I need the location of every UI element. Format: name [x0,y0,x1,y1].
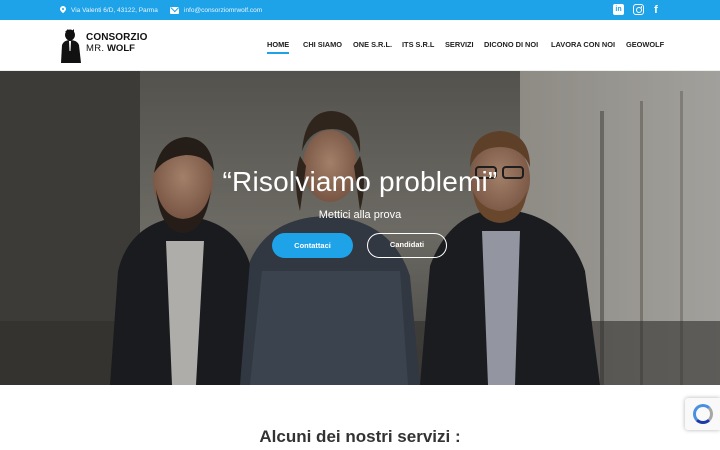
hero-overlay [0,71,720,385]
nav-lavora-con-noi[interactable]: LAVORA CON NOI [551,40,615,49]
site-header: CONSORZIO MR. WOLF HOME CHI SIAMO ONE S.… [0,20,720,71]
nav-servizi[interactable]: SERVIZI [445,40,474,49]
hero-section: “Risolviamo problemi” Mettici alla prova… [0,71,720,385]
contattaci-button[interactable]: Contattaci [272,233,353,258]
email-info[interactable]: info@consorziomrwolf.com [170,0,262,20]
top-info-bar: Via Valenti 6/D, 43122, Parma info@conso… [0,0,720,20]
facebook-icon[interactable]: f [652,4,660,16]
logo-line-1: CONSORZIO [86,32,148,43]
nav-active-indicator [267,52,289,54]
address-info: Via Valenti 6/D, 43122, Parma [60,0,158,20]
nav-dicono-di-noi[interactable]: DICONO DI NOI [484,40,538,49]
candidati-button[interactable]: Candidati [367,233,447,258]
logo-line-2: MR. WOLF [86,43,135,54]
location-pin-icon [60,6,66,14]
nav-chi-siamo[interactable]: CHI SIAMO [303,40,342,49]
linkedin-icon[interactable]: in [613,4,624,15]
services-section-title: Alcuni dei nostri servizi : [259,427,461,446]
envelope-icon [170,6,179,14]
recaptcha-badge[interactable] [685,398,720,430]
hero-title: “Risolviamo problemi” [222,166,498,197]
hero-subtitle: Mettici alla prova [318,209,402,221]
nav-one-srl[interactable]: ONE S.R.L. [353,40,392,49]
nav-home[interactable]: HOME [267,40,289,49]
site-logo[interactable]: CONSORZIO MR. WOLF [59,29,149,63]
nav-geowolf[interactable]: GEOWOLF [626,40,664,49]
wolf-silhouette-logo-icon [61,29,81,63]
address-text: Via Valenti 6/D, 43122, Parma [71,6,158,14]
recaptcha-icon [693,404,713,424]
nav-its-srl[interactable]: ITS S.R.L [402,40,434,49]
email-link[interactable]: info@consorziomrwolf.com [184,7,262,14]
instagram-icon[interactable] [633,4,644,15]
